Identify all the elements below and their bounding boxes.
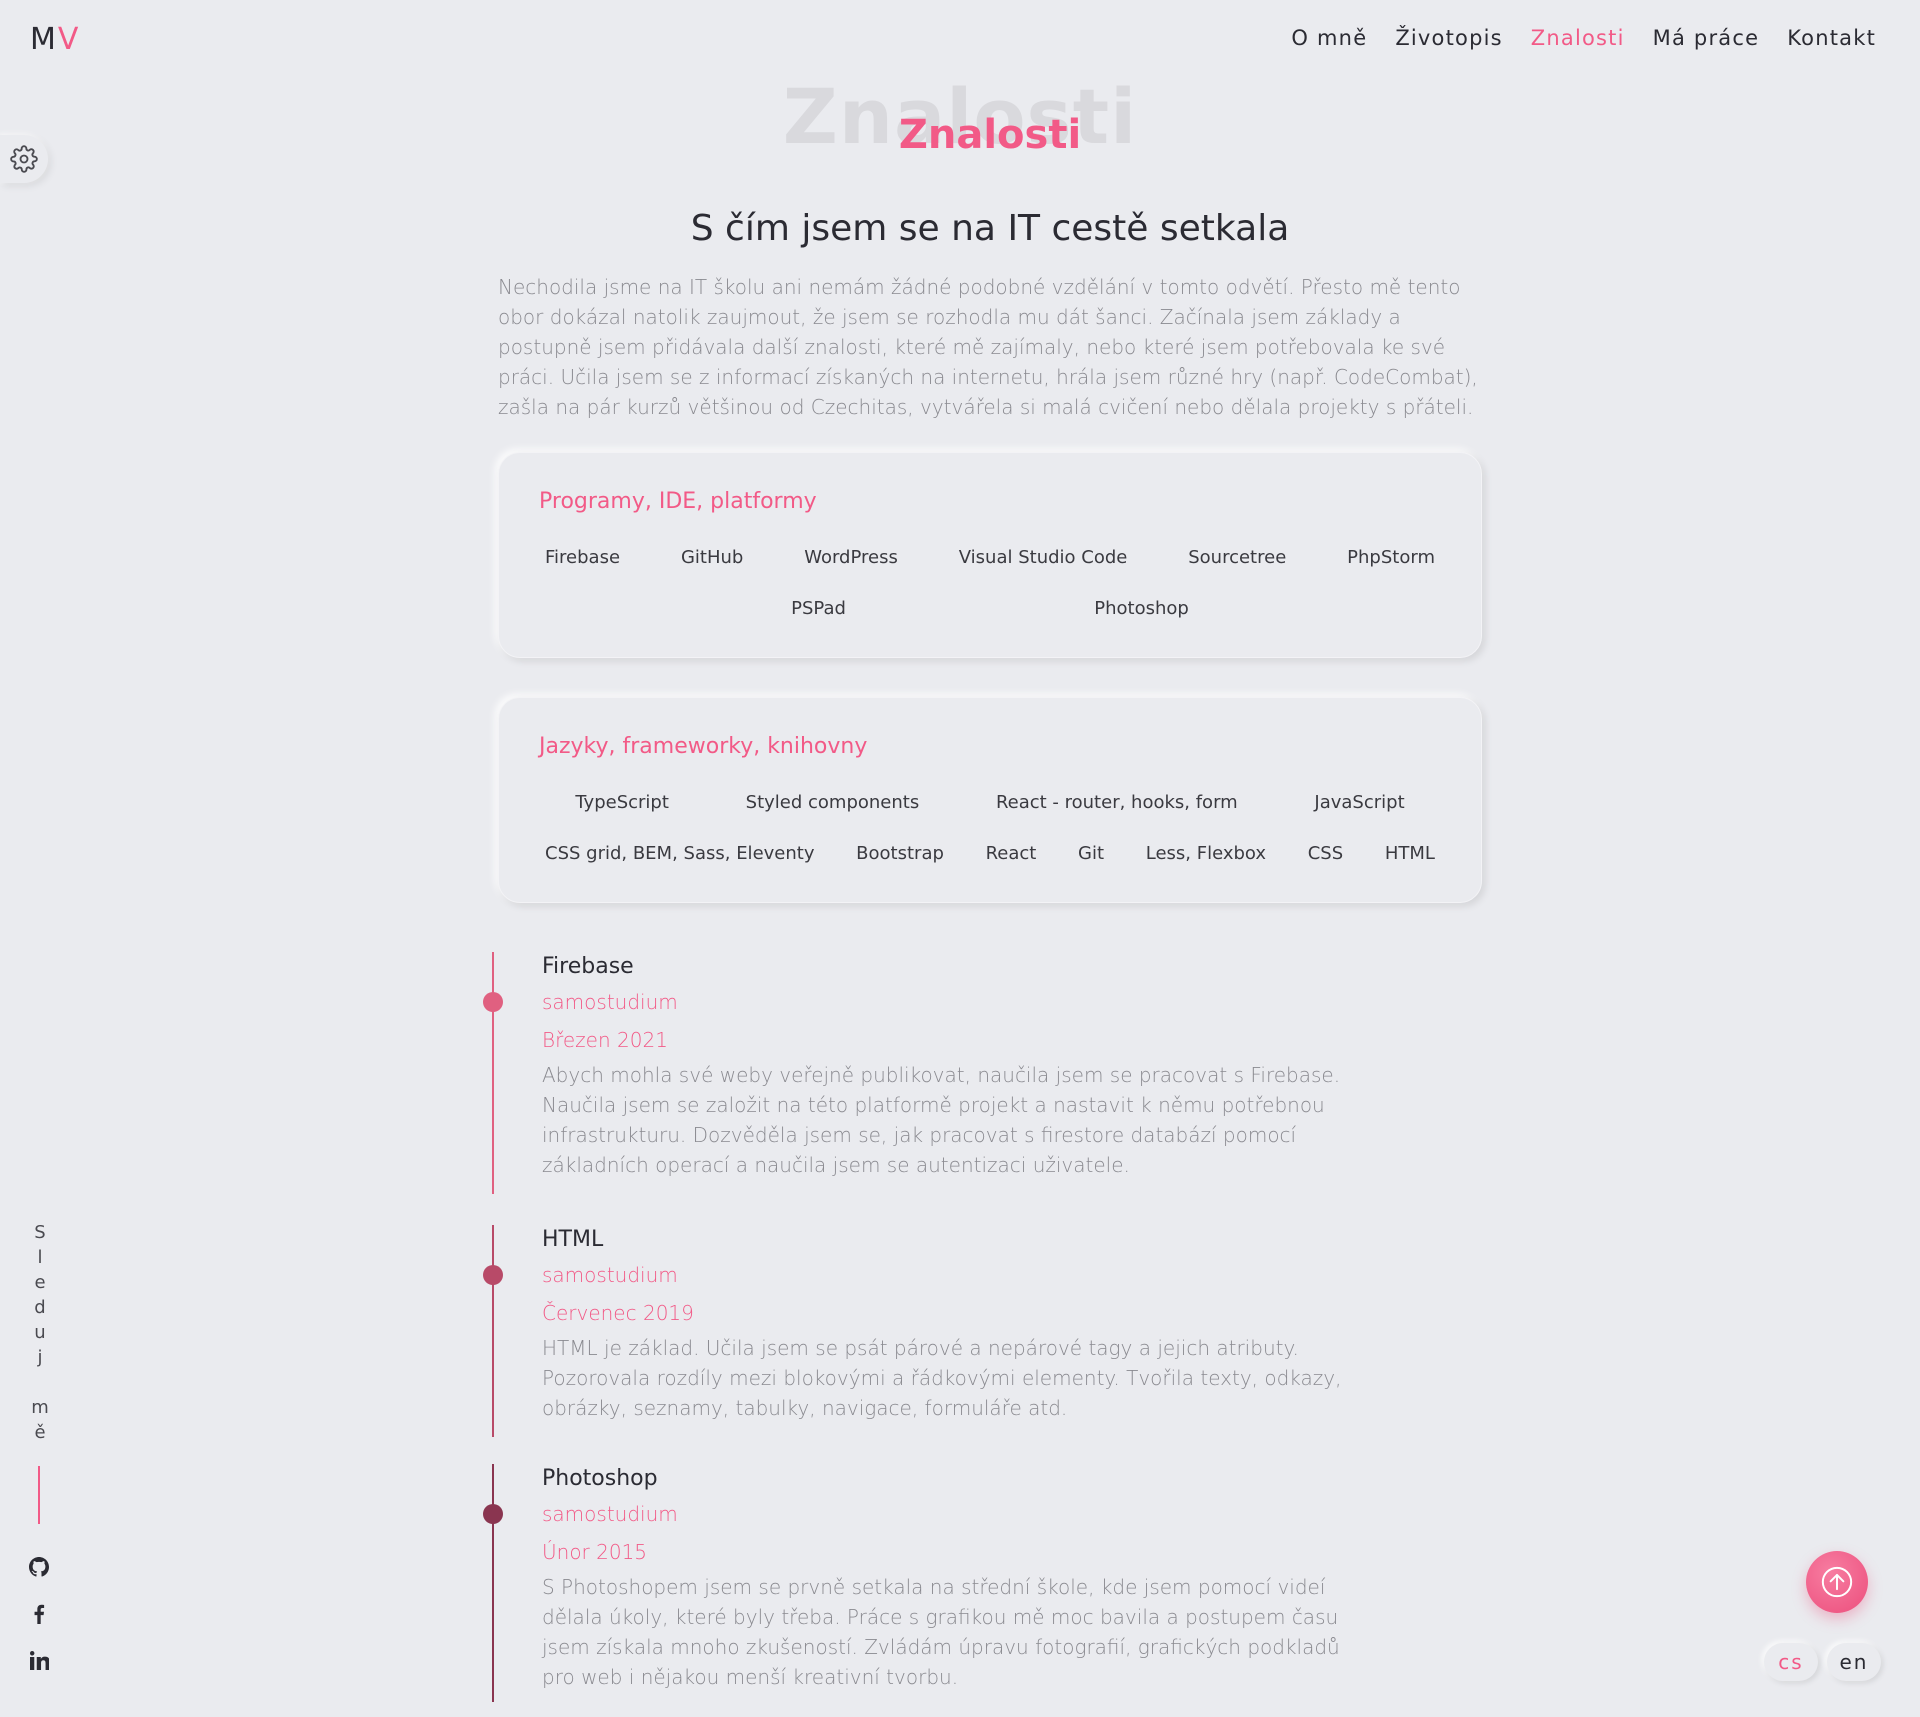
follow-letter: u xyxy=(34,1322,46,1343)
follow-letter: S xyxy=(34,1222,46,1243)
chip: HTML xyxy=(1384,843,1435,864)
timeline-title: Firebase xyxy=(542,954,634,979)
card-languages: Jazyky, frameworky, knihovny TypeScript … xyxy=(498,697,1482,903)
follow-divider xyxy=(38,1466,40,1524)
follow-letter: d xyxy=(34,1297,46,1318)
section-subtitle: S čím jsem se na IT cestě setkala xyxy=(690,208,1290,249)
timeline-date: Únor 2015 xyxy=(542,1540,648,1564)
timeline-desc: HTML je základ. Učila jsem se psát párov… xyxy=(542,1336,1342,1420)
arrow-up-icon xyxy=(1821,1566,1853,1598)
linkedin-link[interactable] xyxy=(27,1648,51,1672)
logo[interactable]: MV xyxy=(30,22,80,57)
card-programs: Programy, IDE, platformy Firebase GitHub… xyxy=(498,452,1482,658)
nav-item-o-mne[interactable]: O mně xyxy=(1291,26,1367,50)
timeline-date: Červenec 2019 xyxy=(542,1301,694,1325)
lang-en-button[interactable]: en xyxy=(1827,1643,1881,1681)
chip: JavaScript xyxy=(1314,792,1405,813)
chip: Firebase xyxy=(545,547,621,568)
chip: Sourcetree xyxy=(1188,547,1287,568)
chip: Visual Studio Code xyxy=(958,547,1128,568)
timeline-line xyxy=(492,1464,494,1702)
chip-list: Firebase GitHub WordPress Visual Studio … xyxy=(529,543,1451,623)
chip: Photoshop xyxy=(1094,598,1189,619)
follow-me-label: S l e d u j m ě xyxy=(30,1220,50,1445)
chip: Bootstrap xyxy=(856,843,944,864)
nav-item-ma-prace[interactable]: Má práce xyxy=(1653,26,1760,50)
timeline-line xyxy=(492,1225,494,1437)
logo-v: V xyxy=(57,22,81,57)
chip: React xyxy=(985,843,1037,864)
timeline-dot xyxy=(483,1265,503,1285)
nav-item-kontakt[interactable]: Kontakt xyxy=(1787,26,1876,50)
chip: CSS xyxy=(1307,843,1344,864)
nav-item-zivotopis[interactable]: Životopis xyxy=(1395,26,1502,50)
main-nav: O mně Životopis Znalosti Má práce Kontak… xyxy=(1291,26,1876,50)
chip: PSPad xyxy=(791,598,846,619)
timeline-dot xyxy=(483,1504,503,1524)
logo-m: M xyxy=(30,22,58,57)
timeline-date: Březen 2021 xyxy=(542,1028,668,1052)
chip-row: TypeScript Styled components React - rou… xyxy=(537,788,1443,817)
timeline-item: HTML samostudium Červenec 2019 HTML je z… xyxy=(483,1225,1390,1437)
chip-row: PSPad Photoshop xyxy=(537,594,1443,623)
github-link[interactable] xyxy=(27,1555,51,1579)
timeline-title: HTML xyxy=(542,1227,604,1252)
facebook-icon xyxy=(34,1604,45,1624)
chip: PhpStorm xyxy=(1347,547,1435,568)
back-to-top-button[interactable] xyxy=(1806,1551,1868,1613)
chip-row: CSS grid, BEM, Sass, Eleventy Bootstrap … xyxy=(537,839,1443,868)
nav-item-znalosti[interactable]: Znalosti xyxy=(1531,26,1625,50)
chip: Less, Flexbox xyxy=(1145,843,1267,864)
timeline-item: Photoshop samostudium Únor 2015 S Photos… xyxy=(483,1464,1390,1702)
timeline-title: Photoshop xyxy=(542,1466,658,1491)
timeline-desc: S Photoshopem jsem se prvně setkala na s… xyxy=(542,1575,1340,1689)
timeline-item: Firebase samostudium Březen 2021 Abych m… xyxy=(483,952,1390,1194)
chip: TypeScript xyxy=(575,792,669,813)
chip: CSS grid, BEM, Sass, Eleventy xyxy=(545,843,815,864)
lang-cs-button[interactable]: cs xyxy=(1764,1643,1818,1681)
intro-text: Nechodila jsme na IT školu ani nemám žád… xyxy=(498,275,1478,419)
card-title: Programy, IDE, platformy xyxy=(539,489,817,514)
follow-gap xyxy=(30,1370,50,1395)
chip-list: TypeScript Styled components React - rou… xyxy=(529,788,1451,868)
section-title: Znalosti xyxy=(898,112,1082,158)
chip: React - router, hooks, form xyxy=(995,792,1238,813)
timeline-dot xyxy=(483,992,503,1012)
timeline-type: samostudium xyxy=(542,1263,678,1287)
chip: Git xyxy=(1078,843,1105,864)
timeline-desc: Abych mohla své weby veřejně publikovat,… xyxy=(542,1063,1341,1177)
follow-letter: m xyxy=(31,1397,49,1418)
chip: Styled components xyxy=(745,792,920,813)
chip: WordPress xyxy=(804,547,898,568)
timeline-type: samostudium xyxy=(542,1502,678,1526)
follow-letter: ě xyxy=(34,1422,46,1443)
chip: GitHub xyxy=(680,547,744,568)
follow-letter: e xyxy=(34,1272,46,1293)
card-title: Jazyky, frameworky, knihovny xyxy=(539,734,868,759)
follow-letter: l xyxy=(37,1247,43,1268)
facebook-link[interactable] xyxy=(27,1602,51,1626)
github-icon xyxy=(29,1557,49,1577)
linkedin-icon xyxy=(29,1650,49,1670)
timeline-type: samostudium xyxy=(542,990,678,1014)
follow-letter: j xyxy=(37,1347,43,1368)
timeline-line xyxy=(492,952,494,1194)
